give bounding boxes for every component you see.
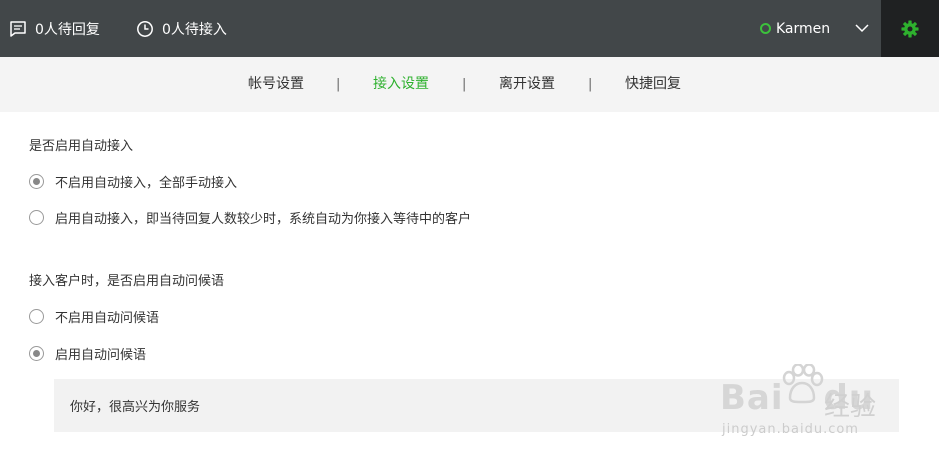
watermark: Bai du 经验 jingyan.baidu.com xyxy=(718,362,898,442)
option-no-greeting[interactable]: 不启用自动问候语 xyxy=(29,307,159,326)
chat-bubble-icon xyxy=(10,20,26,37)
radio-auto-greeting[interactable] xyxy=(29,346,44,361)
tab-access-settings[interactable]: 接入设置 xyxy=(373,57,429,112)
option-label: 启用自动接入，即当待回复人数较少时，系统自动为你接入等待中的客户 xyxy=(55,212,472,227)
pending-reply-label: 0人待回复 xyxy=(35,21,100,38)
settings-tabs: 帐号设置 | 接入设置 | 离开设置 | 快捷回复 xyxy=(0,57,939,112)
greeting-text: 你好，很高兴为你服务 xyxy=(70,400,201,415)
radio-auto-accept[interactable] xyxy=(29,210,44,225)
online-status-icon xyxy=(760,23,771,34)
watermark-url: jingyan.baidu.com xyxy=(722,422,859,437)
tab-separator: | xyxy=(588,77,593,92)
option-auto-greeting[interactable]: 启用自动问候语 xyxy=(29,344,146,363)
option-label: 启用自动问候语 xyxy=(55,348,147,363)
auto-greeting-title: 接入客户时，是否启用自动问候语 xyxy=(29,274,225,289)
auto-accept-title: 是否启用自动接入 xyxy=(29,139,134,154)
settings-button[interactable] xyxy=(881,0,939,57)
tab-away-settings[interactable]: 离开设置 xyxy=(499,57,555,112)
user-name: Karmen xyxy=(776,20,831,37)
tab-account-settings[interactable]: 帐号设置 xyxy=(248,57,304,112)
pending-accept-label: 0人待接入 xyxy=(162,21,227,38)
top-bar: 0人待回复 0人待接入 Karmen xyxy=(0,0,939,57)
option-auto-accept[interactable]: 启用自动接入，即当待回复人数较少时，系统自动为你接入等待中的客户 xyxy=(29,208,471,227)
tab-separator: | xyxy=(336,77,341,92)
radio-manual-accept[interactable] xyxy=(29,174,44,189)
option-label: 不启用自动接入，全部手动接入 xyxy=(55,176,238,191)
chevron-down-icon[interactable] xyxy=(853,19,871,37)
option-label: 不启用自动问候语 xyxy=(55,311,160,326)
option-manual-accept[interactable]: 不启用自动接入，全部手动接入 xyxy=(29,172,237,191)
tab-separator: | xyxy=(462,77,467,92)
user-menu[interactable]: Karmen xyxy=(760,0,830,57)
tab-quick-reply[interactable]: 快捷回复 xyxy=(625,57,681,112)
watermark-cn: 经验 xyxy=(824,392,877,422)
pending-reply-counter[interactable]: 0人待回复 xyxy=(9,0,100,57)
pending-accept-counter[interactable]: 0人待接入 xyxy=(136,0,227,57)
radio-no-greeting[interactable] xyxy=(29,309,44,324)
gear-icon xyxy=(901,19,919,38)
clock-icon xyxy=(137,20,153,37)
